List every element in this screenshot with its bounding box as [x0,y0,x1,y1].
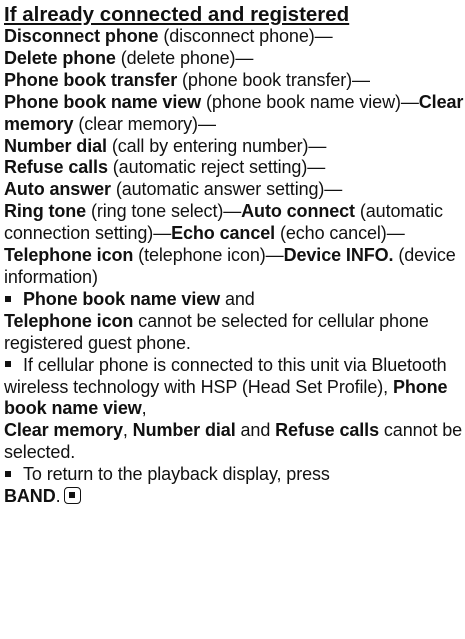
note-text: . [55,486,61,507]
menu-desc: (echo cancel)— [275,223,405,244]
menu-term: Delete phone [4,47,116,68]
menu-term: Phone book name view [4,91,202,112]
section-heading: If already connected and registered [4,3,350,26]
square-bullet-icon [5,470,11,477]
menu-desc: (ring tone select)— [86,201,242,222]
note-guest-phone: Phone book name view and Telephone icon … [4,289,465,355]
note-term: Number dial [132,420,236,441]
note-return: To return to the playback display, press… [4,464,465,508]
menu-term: Telephone icon [4,245,134,266]
note-text: If cellular phone is connected to this u… [4,354,447,397]
menu-term: Phone book transfer [4,69,178,90]
menu-desc: (telephone icon)— [133,245,284,266]
menu-term: Echo cancel [171,223,276,244]
note-term: BAND [4,486,56,507]
menu-desc: (call by entering number)— [106,135,327,156]
square-bullet-icon [5,361,11,368]
menu-term: Device INFO. [283,245,394,266]
note-term: Refuse calls [275,420,379,441]
menu-desc: (automatic reject setting)— [107,157,326,178]
manual-page: If already connected and registered Disc… [0,0,465,639]
note-term: Telephone icon [4,310,134,331]
menu-desc: (phone book transfer)— [177,69,370,90]
menu-desc: (automatic answer setting)— [110,179,343,200]
menu-term: Disconnect phone [4,26,159,46]
menu-term: Refuse calls [4,157,108,178]
note-term: Clear memory [4,420,123,441]
note-text: and [235,420,276,441]
menu-desc: (disconnect phone)— [158,26,333,46]
menu-term: Auto connect [241,201,355,222]
menu-term: Auto answer [4,179,111,200]
note-hsp: If cellular phone is connected to this u… [4,355,465,465]
stop-square-icon [63,487,81,505]
note-term: Phone book name view [23,288,221,309]
note-text: , [122,420,133,441]
note-text: , [141,398,147,419]
menu-term: Number dial [4,135,107,156]
menu-desc: (phone book name view)— [201,91,419,112]
note-text: To return to the playback display, press [23,464,330,485]
square-bullet-icon [5,295,11,302]
menu-desc: (delete phone)— [115,47,254,68]
menu-desc: (clear memory)— [73,113,216,134]
note-text: and [220,288,255,309]
menu-term: Ring tone [4,201,87,222]
menu-sequence: Disconnect phone (disconnect phone)— Del… [4,26,465,289]
